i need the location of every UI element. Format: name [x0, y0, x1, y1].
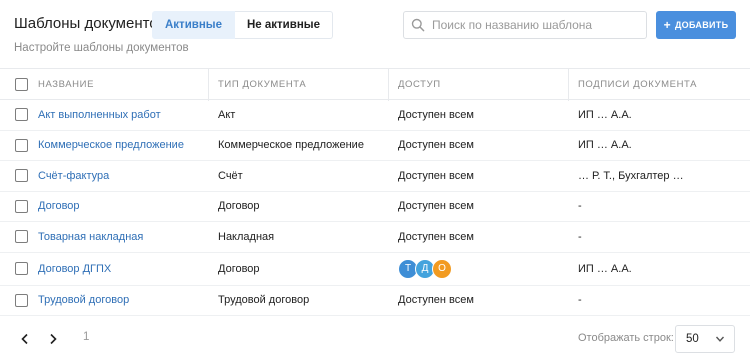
access-value: Доступен всем — [398, 169, 474, 182]
row-checkbox[interactable] — [15, 262, 28, 275]
rows-per-page-value: 50 — [686, 333, 699, 345]
template-name-link[interactable]: Счёт-фактура — [38, 170, 109, 182]
add-button-label: ДОБАВИТЬ — [674, 20, 729, 30]
rows-per-page-select[interactable]: 50 — [675, 325, 735, 353]
document-type: Счёт — [218, 169, 243, 182]
column-header-signatures[interactable]: ПОДПИСИ ДОКУМЕНТА — [578, 69, 750, 99]
current-page-number: 1 — [83, 331, 90, 343]
row-checkbox[interactable] — [15, 138, 28, 152]
column-divider[interactable] — [208, 69, 209, 101]
column-header-type[interactable]: ТИП ДОКУМЕНТА — [218, 69, 388, 99]
table-row: Трудовой договор Трудовой договор Доступ… — [0, 286, 750, 316]
row-checkbox-cell — [15, 253, 29, 285]
signatures-value: ИП … А.А. — [578, 108, 632, 121]
chevron-down-icon — [715, 334, 725, 347]
row-checkbox-cell — [15, 100, 29, 130]
access-value: Доступен всем — [398, 294, 474, 307]
chevron-left-icon — [21, 333, 28, 345]
chevron-right-icon — [50, 333, 57, 345]
document-type: Коммерческое предложение — [218, 139, 364, 152]
templates-table: НАЗВАНИЕ ТИП ДОКУМЕНТА ДОСТУП ПОДПИСИ ДО… — [0, 68, 750, 316]
signatures-value: - — [578, 230, 582, 243]
access-value: Доступен всем — [398, 108, 474, 121]
row-checkbox[interactable] — [15, 108, 28, 122]
document-type: Акт — [218, 108, 236, 121]
row-checkbox[interactable] — [15, 199, 28, 213]
header-checkbox-cell — [15, 69, 29, 99]
access-value: Доступен всем — [398, 139, 474, 152]
template-name-link[interactable]: Трудовой договор — [38, 294, 129, 306]
next-page-button[interactable] — [43, 329, 63, 349]
row-checkbox-cell — [15, 161, 29, 191]
document-type: Трудовой договор — [218, 294, 310, 307]
document-type: Договор — [218, 200, 260, 213]
table-row: Договор ДГПХ Договор Т Д О ИП … А.А. — [0, 253, 750, 286]
table-row: Коммерческое предложение Коммерческое пр… — [0, 131, 750, 161]
table-row: Договор Договор Доступен всем - — [0, 192, 750, 222]
column-divider[interactable] — [388, 69, 389, 101]
add-template-button[interactable]: + ДОБАВИТЬ — [656, 11, 736, 39]
document-type: Договор — [218, 262, 260, 275]
signatures-value: - — [578, 200, 582, 213]
signatures-value: … Р. Т., Бухгалтер … — [578, 169, 684, 182]
table-row: Товарная накладная Накладная Доступен вс… — [0, 222, 750, 253]
row-checkbox[interactable] — [15, 293, 28, 307]
table-row: Акт выполненных работ Акт Доступен всем … — [0, 100, 750, 131]
select-all-checkbox[interactable] — [15, 77, 28, 91]
column-divider[interactable] — [568, 69, 569, 101]
template-name-link[interactable]: Товарная накладная — [38, 231, 143, 243]
template-name-link[interactable]: Коммерческое предложение — [38, 139, 184, 151]
table-row: Счёт-фактура Счёт Доступен всем … Р. Т.,… — [0, 161, 750, 192]
pagination-footer: 1 Отображать строк: 50 — [0, 321, 750, 357]
tab-active[interactable]: Активные — [152, 11, 235, 39]
row-checkbox[interactable] — [15, 169, 28, 183]
search-icon — [404, 12, 432, 38]
access-avatars: Т Д О — [398, 258, 452, 279]
row-checkbox[interactable] — [15, 230, 28, 244]
column-header-name[interactable]: НАЗВАНИЕ — [38, 69, 208, 99]
page-subtitle: Настройте шаблоны документов — [14, 42, 189, 54]
plus-icon: + — [663, 18, 671, 32]
row-checkbox-cell — [15, 222, 29, 252]
template-name-link[interactable]: Акт выполненных работ — [38, 109, 161, 121]
access-value: Доступен всем — [398, 200, 474, 213]
template-name-link[interactable]: Договор — [38, 200, 80, 212]
signatures-value: ИП … А.А. — [578, 139, 632, 152]
table-header-row: НАЗВАНИЕ ТИП ДОКУМЕНТА ДОСТУП ПОДПИСИ ДО… — [0, 68, 750, 101]
column-header-access[interactable]: ДОСТУП — [398, 69, 568, 99]
search-input[interactable] — [432, 18, 632, 32]
row-checkbox-cell — [15, 286, 29, 316]
template-name-link[interactable]: Договор ДГПХ — [38, 263, 111, 275]
tab-inactive[interactable]: Не активные — [235, 11, 333, 39]
access-value: Доступен всем — [398, 230, 474, 243]
page-title: Шаблоны документов — [14, 15, 166, 32]
prev-page-button[interactable] — [15, 329, 35, 349]
status-tabs: Активные Не активные — [152, 11, 333, 39]
search-box — [403, 11, 647, 39]
row-checkbox-cell — [15, 192, 29, 222]
signatures-value: - — [578, 294, 582, 307]
document-type: Накладная — [218, 230, 275, 243]
access-avatars-cell: Т Д О — [398, 253, 568, 285]
row-checkbox-cell — [15, 131, 29, 161]
signatures-value: ИП … А.А. — [578, 262, 632, 275]
rows-per-page-label: Отображать строк: — [578, 332, 674, 344]
user-avatar[interactable]: О — [432, 258, 452, 279]
